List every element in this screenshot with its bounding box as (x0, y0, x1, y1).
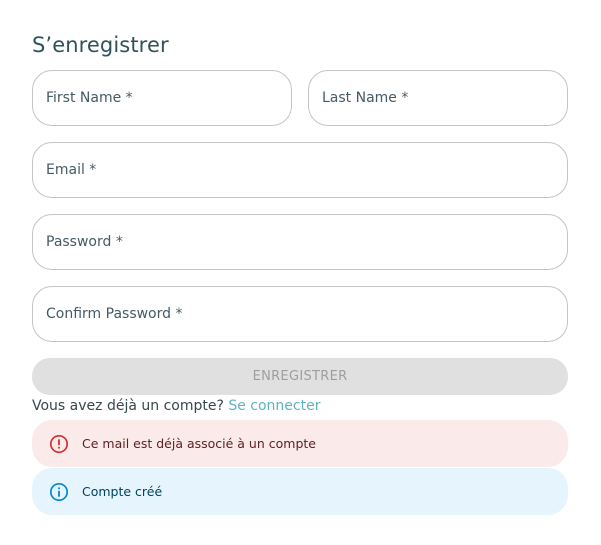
login-prompt: Vous avez déjà un compte? Se connecter (32, 398, 320, 414)
first-name-input[interactable] (46, 71, 291, 125)
password-field[interactable] (32, 214, 568, 270)
page-title: S’enregistrer (32, 33, 169, 57)
info-alert-message: Compte créé (82, 484, 163, 499)
password-input[interactable] (46, 215, 567, 269)
error-alert: Ce mail est déjà associé à un compte (32, 420, 568, 467)
error-alert-message: Ce mail est déjà associé à un compte (82, 436, 316, 451)
info-alert: Compte créé (32, 468, 568, 515)
email-field[interactable] (32, 142, 568, 198)
first-name-field[interactable] (32, 70, 292, 126)
email-input[interactable] (46, 143, 567, 197)
login-prompt-text: Vous avez déjà un compte? (32, 398, 224, 414)
confirm-password-input[interactable] (46, 287, 567, 341)
info-outline-icon (49, 482, 69, 502)
register-button[interactable]: ENREGISTRER (32, 358, 568, 395)
last-name-input[interactable] (322, 71, 567, 125)
error-outline-icon (49, 434, 69, 454)
login-link[interactable]: Se connecter (228, 398, 320, 414)
confirm-password-field[interactable] (32, 286, 568, 342)
last-name-field[interactable] (308, 70, 568, 126)
